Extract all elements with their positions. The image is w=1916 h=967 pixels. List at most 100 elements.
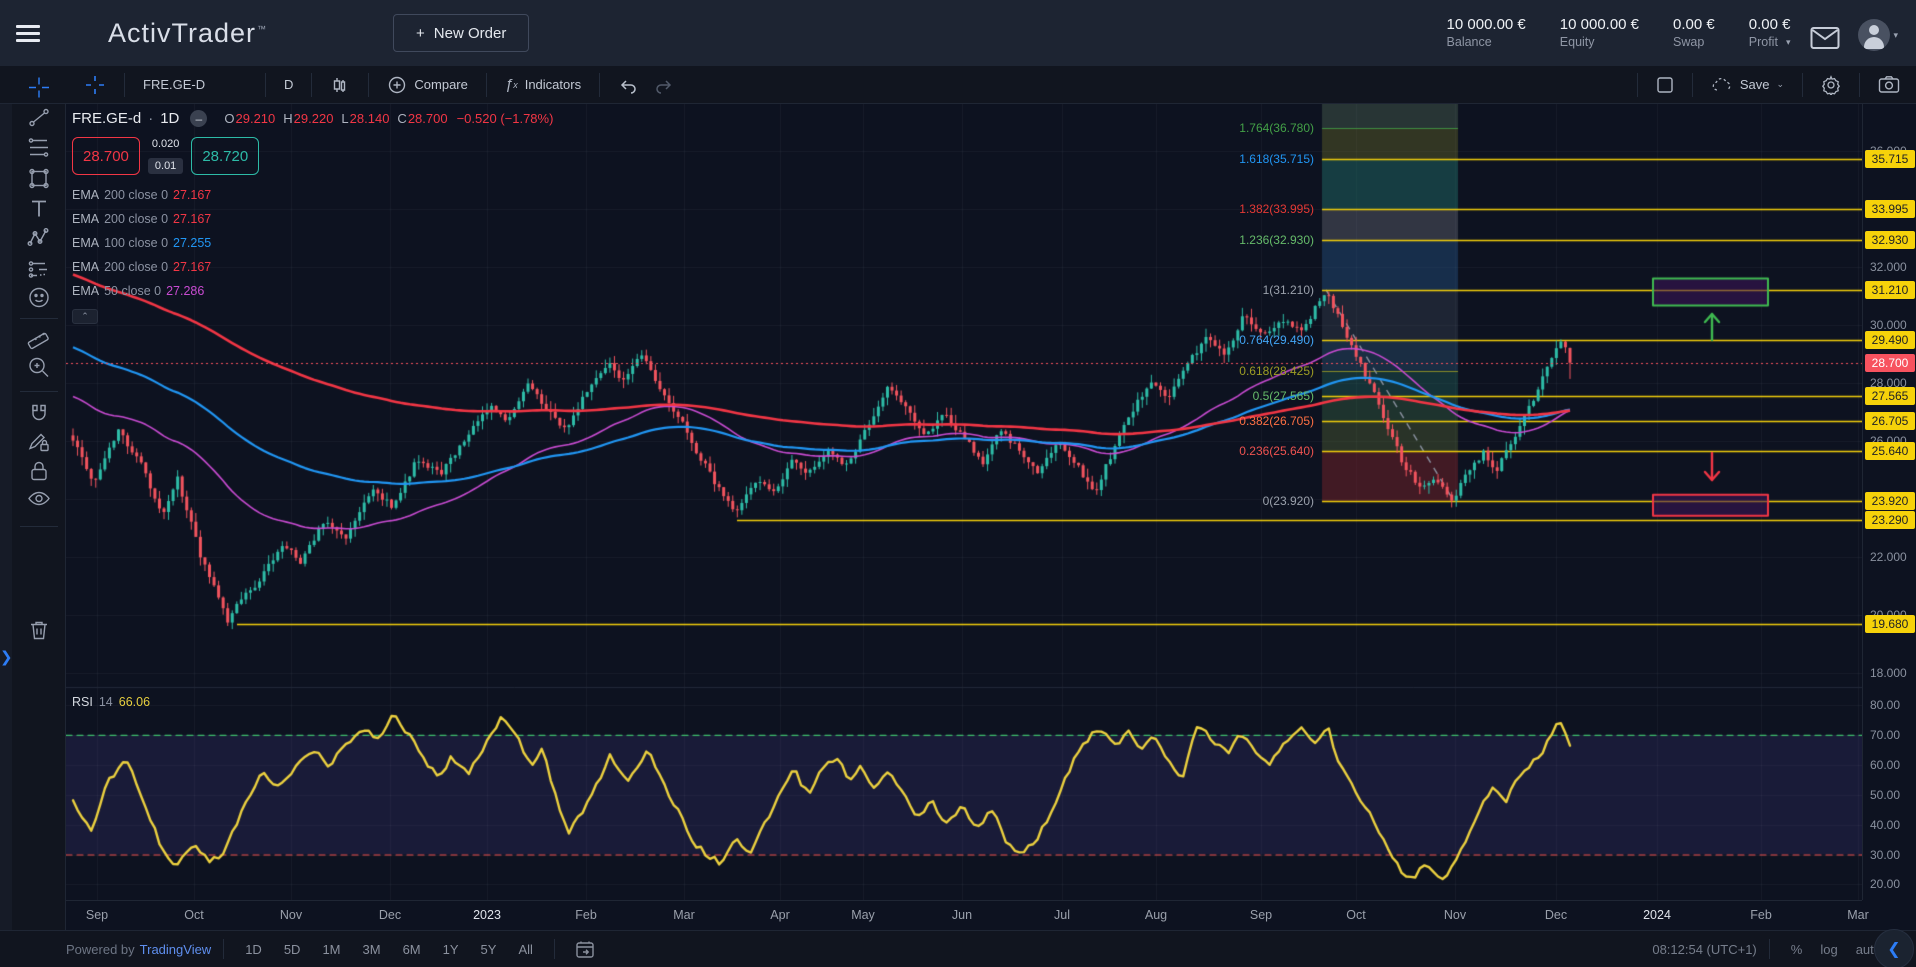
draw-lock-tool-icon bbox=[26, 430, 52, 456]
indicator-params: 200 close 0 bbox=[104, 207, 168, 231]
ohlc-item: L28.140 bbox=[341, 111, 389, 126]
sell-button[interactable]: 28.700 bbox=[72, 137, 140, 175]
zoom-in-tool-button[interactable] bbox=[26, 355, 52, 386]
time-label: Nov bbox=[280, 908, 302, 922]
indicator-row[interactable]: EMA200 close 027.167 bbox=[72, 183, 553, 207]
save-button[interactable]: Save ⌄ bbox=[1703, 76, 1792, 94]
crosshair-tool-button[interactable] bbox=[26, 75, 52, 106]
range-button-1m[interactable]: 1M bbox=[313, 939, 349, 960]
new-order-button[interactable]: + New Order bbox=[393, 14, 529, 52]
stat-label: Swap bbox=[1673, 35, 1715, 51]
time-label: Feb bbox=[1750, 908, 1772, 922]
powered-by-label: Powered by bbox=[66, 942, 135, 957]
pattern-tool-button[interactable] bbox=[26, 226, 52, 257]
chevron-down-icon[interactable]: ▾ bbox=[1786, 37, 1791, 48]
time-label: Sep bbox=[1250, 908, 1272, 922]
rsi-tick: 80.00 bbox=[1870, 698, 1900, 712]
remove-all-tool-icon bbox=[26, 618, 52, 644]
legend-symbol[interactable]: FRE.GE-d bbox=[72, 110, 141, 127]
emoji-tool-button[interactable] bbox=[26, 285, 52, 316]
indicator-name: EMA bbox=[72, 279, 99, 303]
rsi-tick: 30.00 bbox=[1870, 848, 1900, 862]
lock-all-tool-button[interactable] bbox=[26, 459, 52, 490]
price-level-badge: 35.715 bbox=[1865, 150, 1915, 168]
gear-icon bbox=[1821, 75, 1841, 95]
range-button-1y[interactable]: 1Y bbox=[434, 939, 468, 960]
indicators-button[interactable]: ƒx Indicators bbox=[497, 76, 589, 93]
tradingview-link[interactable]: TradingView bbox=[140, 942, 212, 957]
crosshair-tool-icon bbox=[26, 75, 52, 101]
ohlc-value: 29.210 bbox=[236, 111, 276, 126]
clock[interactable]: 08:12:54 (UTC+1) bbox=[1652, 942, 1756, 957]
remove-all-tool-button[interactable] bbox=[26, 618, 52, 649]
expand-left-panel-button[interactable]: ❯ bbox=[0, 648, 13, 666]
rsi-legend: RSI 14 66.06 bbox=[72, 695, 150, 709]
fib-level-label: 1.236(32.930) bbox=[1239, 233, 1314, 247]
crosshair-tool-button[interactable] bbox=[76, 74, 114, 96]
go-to-date-button[interactable] bbox=[567, 940, 603, 959]
stat-value: 10 000.00 € bbox=[1447, 16, 1526, 35]
ohlc-value: 28.140 bbox=[350, 111, 390, 126]
collapse-right-panel-button[interactable]: ❮ bbox=[1874, 929, 1914, 967]
indicator-row[interactable]: EMA200 close 027.167 bbox=[72, 207, 553, 231]
range-button-all[interactable]: All bbox=[509, 939, 541, 960]
forecast-tool-icon bbox=[26, 256, 52, 282]
fib-tool-button[interactable] bbox=[26, 135, 52, 166]
ohlc-item: O29.210 bbox=[224, 111, 275, 126]
time-label: Dec bbox=[379, 908, 401, 922]
price-tick: 32.000 bbox=[1870, 260, 1907, 274]
forecast-tool-button[interactable] bbox=[26, 256, 52, 287]
chart-style-button[interactable] bbox=[322, 75, 358, 95]
fx-icon: ƒx bbox=[505, 76, 518, 93]
undo-icon bbox=[618, 76, 638, 94]
range-button-5y[interactable]: 5Y bbox=[472, 939, 506, 960]
stat-value: 0.00 € bbox=[1749, 16, 1791, 35]
activtrader-app: ActivTrader™ + New Order 10 000.00 €Bala… bbox=[0, 0, 1916, 967]
trendline-tool-button[interactable] bbox=[26, 105, 52, 136]
mail-icon[interactable] bbox=[1810, 26, 1840, 50]
indicator-row[interactable]: EMA50 close 027.286 bbox=[72, 279, 553, 303]
range-button-5d[interactable]: 5D bbox=[275, 939, 310, 960]
magnet-tool-icon bbox=[26, 402, 52, 428]
layout-checkbox[interactable] bbox=[1648, 76, 1682, 94]
price-level-badge: 23.920 bbox=[1865, 492, 1915, 510]
shapes-tool-button[interactable] bbox=[26, 166, 52, 197]
indicator-row[interactable]: EMA200 close 027.167 bbox=[72, 255, 553, 279]
text-tool-button[interactable] bbox=[26, 196, 52, 227]
indicator-row[interactable]: EMA100 close 027.255 bbox=[72, 231, 553, 255]
redo-button[interactable] bbox=[646, 76, 682, 94]
indicator-legend: EMA200 close 027.167EMA200 close 027.167… bbox=[72, 183, 553, 303]
time-label: Mar bbox=[673, 908, 695, 922]
undo-button[interactable] bbox=[610, 76, 646, 94]
fib-level-label: 0(23.920) bbox=[1263, 494, 1314, 508]
range-button-1d[interactable]: 1D bbox=[236, 939, 271, 960]
user-menu[interactable]: ▾ bbox=[1858, 19, 1898, 51]
symbol-search-button[interactable]: FRE.GE-D bbox=[135, 77, 255, 92]
time-label: Apr bbox=[770, 908, 789, 922]
price-tick: 18.000 bbox=[1870, 666, 1907, 680]
fib-tool-icon bbox=[26, 135, 52, 161]
shapes-tool-icon bbox=[26, 166, 52, 192]
measure-tool-button[interactable] bbox=[26, 325, 52, 356]
menu-icon[interactable] bbox=[16, 25, 40, 42]
compare-button[interactable]: Compare bbox=[379, 75, 475, 95]
price-scale[interactable]: 36.00032.00030.00028.00026.00022.00020.0… bbox=[1862, 104, 1916, 900]
magnet-tool-button[interactable] bbox=[26, 402, 52, 433]
top-bar: ActivTrader™ + New Order 10 000.00 €Bala… bbox=[0, 0, 1916, 66]
collapse-legend-button[interactable]: ⌃ bbox=[72, 309, 98, 324]
draw-lock-tool-button[interactable] bbox=[26, 430, 52, 461]
range-button-3m[interactable]: 3M bbox=[354, 939, 390, 960]
hide-all-tool-button[interactable] bbox=[26, 487, 52, 518]
market-status-icon[interactable]: – bbox=[190, 110, 207, 127]
settings-button[interactable] bbox=[1813, 75, 1849, 95]
log-scale-button[interactable]: log bbox=[1811, 939, 1846, 960]
legend-interval: 1D bbox=[160, 110, 179, 127]
range-button-6m[interactable]: 6M bbox=[394, 939, 430, 960]
interval-button[interactable]: D bbox=[276, 77, 301, 92]
screenshot-button[interactable] bbox=[1870, 75, 1908, 94]
time-axis[interactable]: SepOctNovDec2023FebMarAprMayJunJulAugSep… bbox=[66, 900, 1862, 930]
percent-scale-button[interactable]: % bbox=[1782, 939, 1812, 960]
fib-level-label: 0.764(29.490) bbox=[1239, 333, 1314, 347]
last-price-badge: 28.700 bbox=[1865, 354, 1915, 372]
buy-button[interactable]: 28.720 bbox=[191, 137, 259, 175]
